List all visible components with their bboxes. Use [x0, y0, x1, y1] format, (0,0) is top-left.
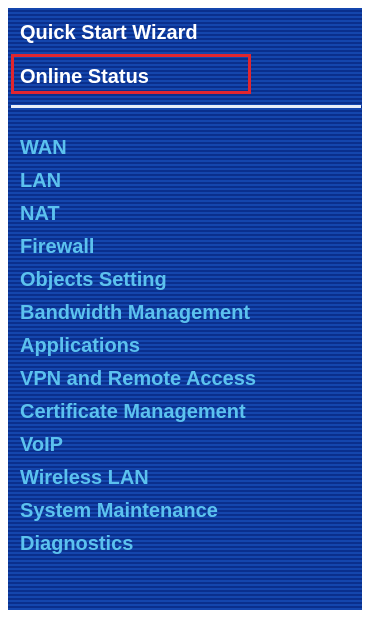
- menu-item-objects-setting[interactable]: Objects Setting: [20, 264, 256, 297]
- online-status-link[interactable]: Online Status: [20, 65, 149, 89]
- divider: [11, 105, 361, 108]
- menu-item-applications[interactable]: Applications: [20, 330, 256, 363]
- navigation-panel: Quick Start Wizard Online Status WAN LAN…: [8, 8, 362, 610]
- menu-item-diagnostics[interactable]: Diagnostics: [20, 528, 256, 561]
- quick-start-wizard-link[interactable]: Quick Start Wizard: [20, 21, 198, 45]
- menu-item-voip[interactable]: VoIP: [20, 429, 256, 462]
- menu-item-certificate-management[interactable]: Certificate Management: [20, 396, 256, 429]
- menu-item-firewall[interactable]: Firewall: [20, 231, 256, 264]
- menu-item-system-maintenance[interactable]: System Maintenance: [20, 495, 256, 528]
- menu-item-nat[interactable]: NAT: [20, 198, 256, 231]
- navigation-menu: WAN LAN NAT Firewall Objects Setting Ban…: [20, 132, 256, 561]
- menu-item-wireless-lan[interactable]: Wireless LAN: [20, 462, 256, 495]
- menu-item-bandwidth-management[interactable]: Bandwidth Management: [20, 297, 256, 330]
- menu-item-vpn-remote-access[interactable]: VPN and Remote Access: [20, 363, 256, 396]
- menu-item-lan[interactable]: LAN: [20, 165, 256, 198]
- menu-item-wan[interactable]: WAN: [20, 132, 256, 165]
